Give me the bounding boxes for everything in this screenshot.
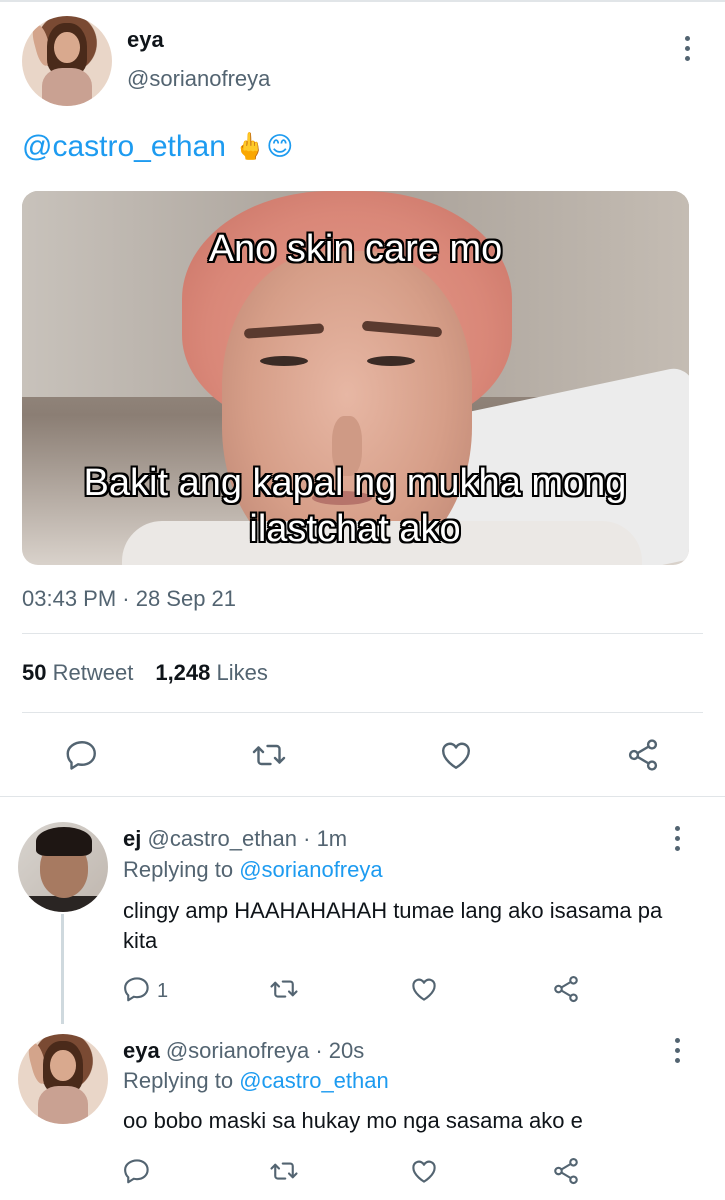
likes-stat[interactable]: 1,248 Likes	[155, 660, 268, 686]
replying-to: Replying to @sorianofreya	[123, 857, 383, 882]
tweet-actions	[0, 735, 725, 775]
more-icon[interactable]	[673, 826, 681, 851]
like-icon[interactable]	[408, 974, 440, 1004]
reply-author-name[interactable]: ej	[123, 826, 141, 851]
mention-link[interactable]: @castro_ethan	[22, 130, 226, 164]
reply-text: oo bobo maski sa hukay mo nga sasama ako…	[123, 1108, 583, 1133]
reply-header: ej @castro_ethan · 1m	[123, 826, 347, 852]
avatar[interactable]	[18, 822, 108, 912]
retweet-icon[interactable]	[268, 1156, 300, 1186]
more-icon[interactable]	[673, 1038, 681, 1063]
reply-meta[interactable]: @castro_ethan · 1m	[147, 826, 347, 851]
divider	[22, 712, 703, 713]
reply-count: 1	[157, 980, 169, 1002]
top-divider	[0, 0, 725, 2]
meme-caption-bottom: Bakit ang kapal ng mukha mong ilastchat …	[83, 462, 627, 550]
replying-to-link[interactable]: @sorianofreya	[239, 857, 382, 882]
share-icon[interactable]	[624, 737, 662, 773]
reply-meta[interactable]: @sorianofreya · 20s	[166, 1038, 364, 1063]
tweet-text: @castro_ethan 🖕😊	[22, 130, 293, 164]
replying-to-link[interactable]: @castro_ethan	[239, 1068, 389, 1093]
reply-icon[interactable]	[64, 737, 100, 773]
reply-text: clingy amp HAAHAHAHAH tumae lang ako isa…	[123, 898, 663, 953]
share-icon[interactable]	[550, 1156, 582, 1186]
retweet-stat[interactable]: 50 Retweet	[22, 660, 133, 686]
reply-icon[interactable]	[122, 974, 152, 1004]
meme-caption-top: Ano skin care mo	[208, 228, 503, 270]
thread-line	[61, 914, 64, 1024]
share-icon[interactable]	[550, 974, 582, 1004]
retweet-icon[interactable]	[250, 737, 288, 773]
reply-header: eya @sorianofreya · 20s	[123, 1038, 364, 1064]
section-divider	[0, 796, 725, 797]
reply-author-name[interactable]: eya	[123, 1038, 160, 1063]
divider	[22, 633, 703, 634]
reply-icon[interactable]	[122, 1156, 152, 1186]
tweet-image[interactable]: Ano skin care mo Bakit ang kapal ng mukh…	[22, 191, 689, 565]
avatar[interactable]	[22, 16, 112, 106]
tweet-timestamp[interactable]: 03:43 PM · 28 Sep 21	[22, 586, 236, 612]
tweet-emojis: 🖕😊	[233, 132, 294, 162]
author-name[interactable]: eya	[127, 27, 164, 53]
tweet-stats: 50 Retweet 1,248 Likes	[22, 660, 268, 686]
like-icon[interactable]	[437, 737, 475, 773]
like-icon[interactable]	[408, 1156, 440, 1186]
more-icon[interactable]	[683, 36, 691, 61]
retweet-icon[interactable]	[268, 974, 300, 1004]
avatar[interactable]	[18, 1034, 108, 1124]
author-handle[interactable]: @sorianofreya	[127, 66, 270, 92]
replying-to: Replying to @castro_ethan	[123, 1068, 389, 1093]
